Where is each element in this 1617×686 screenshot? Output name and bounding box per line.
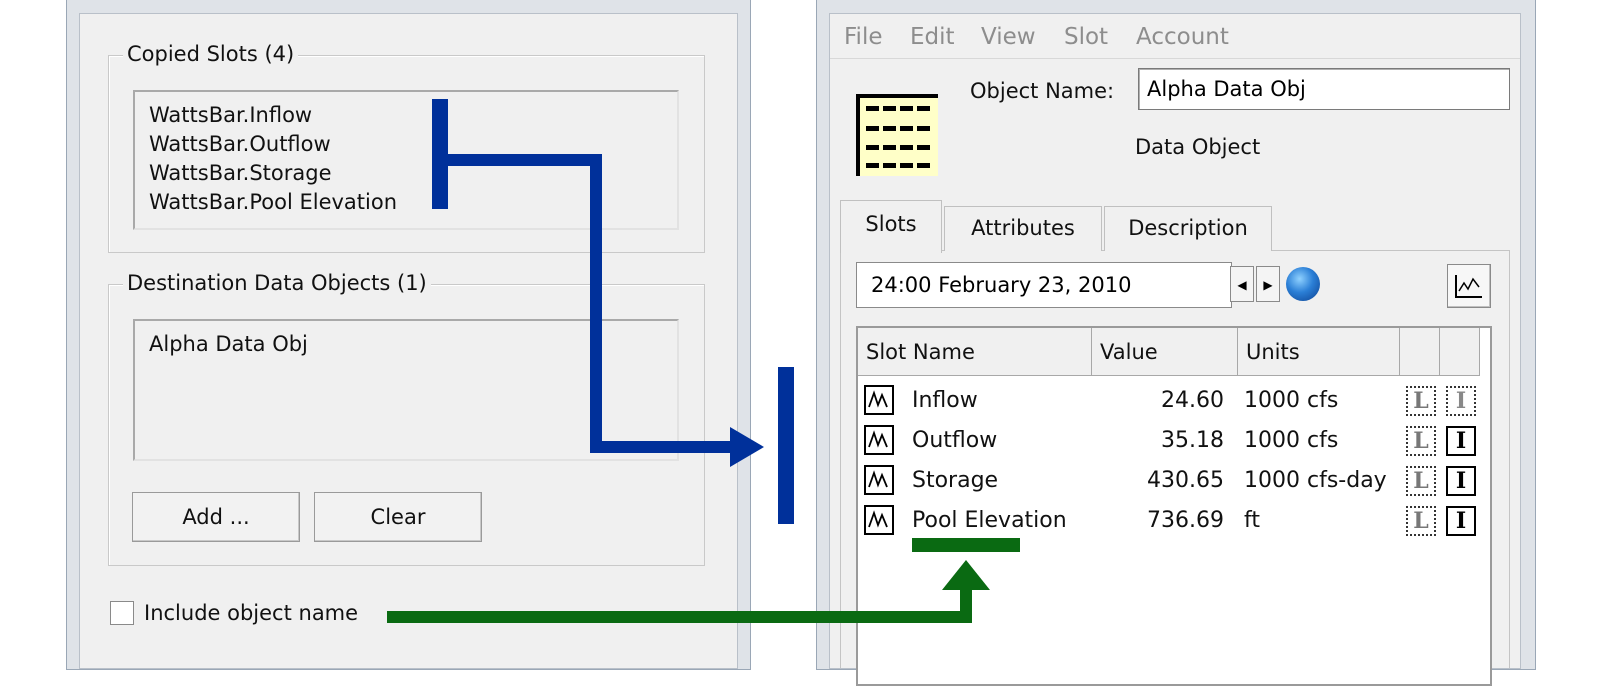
object-name-label: Object Name: [970,79,1115,103]
column-header-flag-1[interactable] [1400,328,1440,376]
add-button[interactable]: Add ... [132,492,300,542]
destination-objects-title: Destination Data Objects (1) [123,270,431,296]
data-object-window: File Edit View Slot Account Object Name:… [816,0,1536,686]
flag-i-icon[interactable]: I [1446,506,1476,536]
slots-table: Slot Name Value Units Inflow 24.60 1000 … [856,326,1492,686]
list-item[interactable]: WattsBar.Storage [135,159,677,188]
destination-objects-group: Destination Data Objects (1) Alpha Data … [108,270,705,566]
series-slot-icon [864,505,894,535]
menu-slot[interactable]: Slot [1064,14,1108,60]
menu-edit[interactable]: Edit [910,14,955,60]
window-content: File Edit View Slot Account Object Name:… [829,13,1521,686]
flag-i-icon[interactable]: I [1446,466,1476,496]
list-item[interactable]: WattsBar.Pool Elevation [135,188,677,217]
menu-file[interactable]: File [844,14,883,60]
copied-slots-list[interactable]: WattsBar.Inflow WattsBar.Outflow WattsBa… [133,90,679,230]
slot-units: 1000 cfs [1244,388,1339,413]
slot-units: 1000 cfs-day [1244,468,1387,493]
flag-l-icon[interactable]: L [1406,506,1436,536]
menu-account[interactable]: Account [1136,14,1229,60]
slot-units: ft [1244,508,1260,533]
list-item[interactable]: Alpha Data Obj [135,330,677,359]
flag-l-icon[interactable]: L [1406,426,1436,456]
slot-name: Storage [912,468,999,493]
object-name-field[interactable]: Alpha Data Obj [1138,68,1510,110]
clear-button[interactable]: Clear [314,492,482,542]
copy-slots-dialog: Copied Slots (4) WattsBar.Inflow WattsBa… [66,0,751,670]
flag-l-icon[interactable]: L [1406,386,1436,416]
column-header-value[interactable]: Value [1092,328,1238,376]
table-row[interactable]: Outflow 35.18 1000 cfs L I [858,421,1490,461]
table-row[interactable]: Pool Elevation 736.69 ft L I [858,501,1490,541]
globe-icon[interactable] [1286,267,1320,301]
column-header-units[interactable]: Units [1238,328,1400,376]
column-header-slot-name[interactable]: Slot Name [858,328,1092,376]
menu-view[interactable]: View [981,14,1036,60]
flag-i-icon[interactable]: I [1446,386,1476,416]
plot-button[interactable] [1447,264,1491,308]
series-slot-icon [864,385,894,415]
destination-objects-list[interactable]: Alpha Data Obj [133,319,679,461]
copied-slots-title: Copied Slots (4) [123,41,299,67]
data-object-icon [856,94,938,176]
slot-value: 35.18 [1161,428,1224,453]
series-slot-icon [864,425,894,455]
previous-timestep-button[interactable]: ◀ [1230,266,1254,302]
column-header-flag-2[interactable] [1440,328,1480,376]
menu-bar: File Edit View Slot Account [830,14,1520,59]
tab-description[interactable]: Description [1104,206,1272,251]
date-field[interactable]: 24:00 February 23, 2010 [856,262,1232,308]
dialog-content: Copied Slots (4) WattsBar.Inflow WattsBa… [79,13,738,669]
slot-name: Pool Elevation [912,508,1067,533]
include-object-name-label: Include object name [144,601,359,625]
tab-slots[interactable]: Slots [840,200,942,253]
list-item[interactable]: WattsBar.Inflow [135,101,677,130]
series-slot-icon [864,465,894,495]
slot-units: 1000 cfs [1244,428,1339,453]
next-timestep-button[interactable]: ▶ [1256,266,1280,302]
slot-name: Inflow [912,388,978,413]
copied-slots-group: Copied Slots (4) WattsBar.Inflow WattsBa… [108,41,705,253]
object-type-label: Data Object [1135,135,1261,159]
flag-i-icon[interactable]: I [1446,426,1476,456]
flag-l-icon[interactable]: L [1406,466,1436,496]
slot-value: 430.65 [1147,468,1224,493]
tab-attributes[interactable]: Attributes [944,206,1102,251]
slot-name: Outflow [912,428,998,453]
plot-icon [1455,275,1482,298]
table-row[interactable]: Inflow 24.60 1000 cfs L I [858,381,1490,421]
table-row[interactable]: Storage 430.65 1000 cfs-day L I [858,461,1490,501]
include-object-name-checkbox[interactable] [110,601,134,625]
list-item[interactable]: WattsBar.Outflow [135,130,677,159]
slot-value: 736.69 [1147,508,1224,533]
slot-value: 24.60 [1161,388,1224,413]
